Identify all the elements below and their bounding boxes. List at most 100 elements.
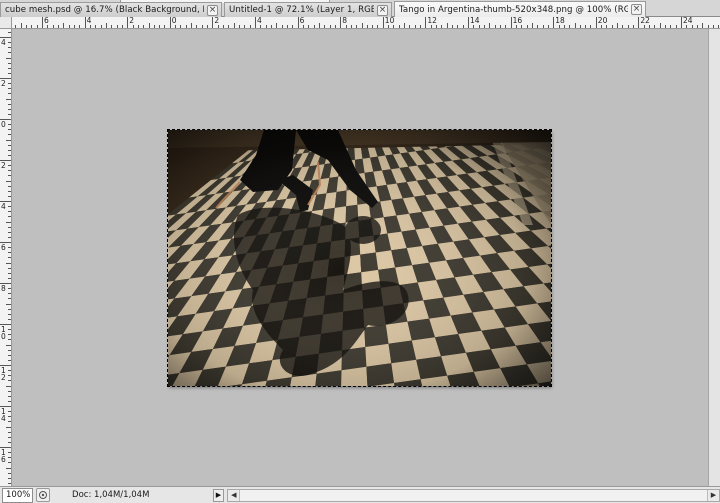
tab-tango-in-argentina[interactable]: Tango in Argentina-thumb-520x348.png @ 1… — [394, 1, 646, 17]
ruler-tick — [8, 421, 11, 423]
document-image[interactable] — [168, 130, 551, 386]
ruler-tick — [8, 329, 11, 331]
ruler-tick — [8, 482, 11, 484]
ruler-tick — [8, 277, 11, 279]
ruler-tick — [292, 25, 294, 28]
ruler-tick — [8, 462, 11, 464]
ruler-tick — [8, 395, 11, 397]
ruler-tick — [8, 124, 11, 126]
ruler-tick — [393, 25, 395, 28]
tab-untitled-1[interactable]: Untitled-1 @ 72.1% (Layer 1, RGB/8) * × — [224, 2, 392, 17]
vertical-ruler[interactable]: 4 2 0 2 4 6 8 10 12 14 16 — [0, 29, 12, 486]
ruler-label: 18 — [555, 17, 565, 25]
horizontal-ruler[interactable]: 6 4 2 0 2 4 6 8 10 12 14 16 18 20 22 24 — [12, 17, 720, 29]
ruler-tick — [265, 25, 267, 28]
ruler-tick — [270, 25, 272, 28]
ruler-label: 6 — [299, 17, 305, 25]
ruler-tick — [8, 380, 11, 382]
ruler-tick — [659, 23, 661, 28]
horizontal-scrollbar[interactable]: ◀ ▶ — [227, 488, 720, 502]
ruler-tick — [574, 23, 576, 28]
ruler-tick — [334, 25, 336, 28]
ruler-tick — [553, 17, 555, 28]
ruler-tick — [6, 180, 11, 182]
ruler-tick — [8, 211, 11, 213]
ruler-tick — [414, 25, 416, 28]
tab-label: Untitled-1 @ 72.1% (Layer 1, RGB/8) * — [229, 5, 374, 15]
ruler-tick — [313, 25, 315, 28]
ruler-tick — [8, 47, 11, 49]
scroll-right-arrow-icon[interactable]: ▶ — [707, 489, 719, 501]
ruler-label: 8 — [1, 284, 6, 293]
ruler-tick — [47, 25, 49, 28]
ruler-tick — [8, 134, 11, 136]
ruler-tick — [8, 477, 11, 479]
scroll-left-arrow-icon[interactable]: ◀ — [228, 489, 241, 501]
ruler-tick — [164, 25, 166, 28]
status-menu-arrow-icon[interactable]: ▶ — [212, 488, 225, 502]
ruler-origin-corner[interactable] — [0, 17, 12, 29]
ruler-tick — [366, 25, 368, 28]
ruler-tick — [244, 25, 246, 28]
ruler-tick — [521, 25, 523, 28]
ruler-tick — [8, 170, 11, 172]
ruler-tick — [6, 262, 11, 264]
ruler-tick — [8, 267, 11, 269]
ruler-tick — [308, 25, 310, 28]
ruler-tick — [633, 25, 635, 28]
ruler-tick — [409, 25, 411, 28]
document-size-info: Doc: 1,04M/1,04M — [72, 490, 150, 500]
ruler-tick — [6, 467, 11, 469]
document-status-icon[interactable] — [36, 488, 51, 502]
close-icon[interactable]: × — [631, 4, 642, 15]
ruler-tick — [8, 375, 11, 377]
ruler-tick — [6, 139, 11, 141]
ruler-tick — [8, 67, 11, 69]
ruler-tick — [446, 23, 448, 28]
zoom-level-field[interactable]: 100% — [2, 487, 34, 503]
ruler-tick — [579, 25, 581, 28]
ruler-tick — [89, 25, 91, 28]
ruler-tick — [643, 25, 645, 28]
ruler-tick — [531, 23, 533, 28]
ruler-label: 22 — [640, 17, 650, 25]
document-tab-bar: cube mesh.psd @ 16.7% (Black Background,… — [0, 0, 720, 17]
close-icon[interactable]: × — [207, 4, 218, 16]
ruler-tick — [627, 25, 629, 28]
ruler-tick — [8, 113, 11, 115]
ruler-tick — [654, 25, 656, 28]
ruler-label: 2 — [129, 17, 134, 25]
ruler-tick — [26, 25, 28, 28]
ruler-tick — [361, 23, 363, 28]
ruler-tick — [8, 216, 11, 218]
ruler-label: 6 — [1, 243, 6, 252]
ruler-tick — [329, 25, 331, 28]
vertical-scrollbar[interactable] — [708, 29, 720, 486]
ruler-tick — [569, 25, 571, 28]
ruler-tick — [590, 25, 592, 28]
ruler-tick — [8, 339, 11, 341]
ruler-tick — [8, 149, 11, 151]
ruler-tick — [526, 25, 528, 28]
ruler-tick — [462, 25, 464, 28]
ruler-tick — [372, 25, 374, 28]
ruler-tick — [20, 23, 22, 28]
ruler-tick — [180, 25, 182, 28]
ruler-tick — [8, 72, 11, 74]
ruler-tick — [707, 25, 709, 28]
ruler-tick — [483, 25, 485, 28]
close-icon[interactable]: × — [377, 4, 388, 16]
ruler-tick — [382, 17, 384, 28]
ruler-tick — [73, 25, 75, 28]
ruler-label: 12 — [1, 366, 6, 382]
ruler-tick — [350, 25, 352, 28]
ruler-tick — [494, 25, 496, 28]
ruler-tick — [8, 206, 11, 208]
ruler-label: 16 — [1, 448, 6, 464]
ruler-tick — [6, 98, 11, 100]
ruler-tick — [377, 25, 379, 28]
ruler-tick — [31, 25, 33, 28]
tab-cube-mesh[interactable]: cube mesh.psd @ 16.7% (Black Background,… — [0, 2, 222, 17]
ruler-tick — [132, 25, 134, 28]
ruler-label: 20 — [597, 17, 608, 25]
